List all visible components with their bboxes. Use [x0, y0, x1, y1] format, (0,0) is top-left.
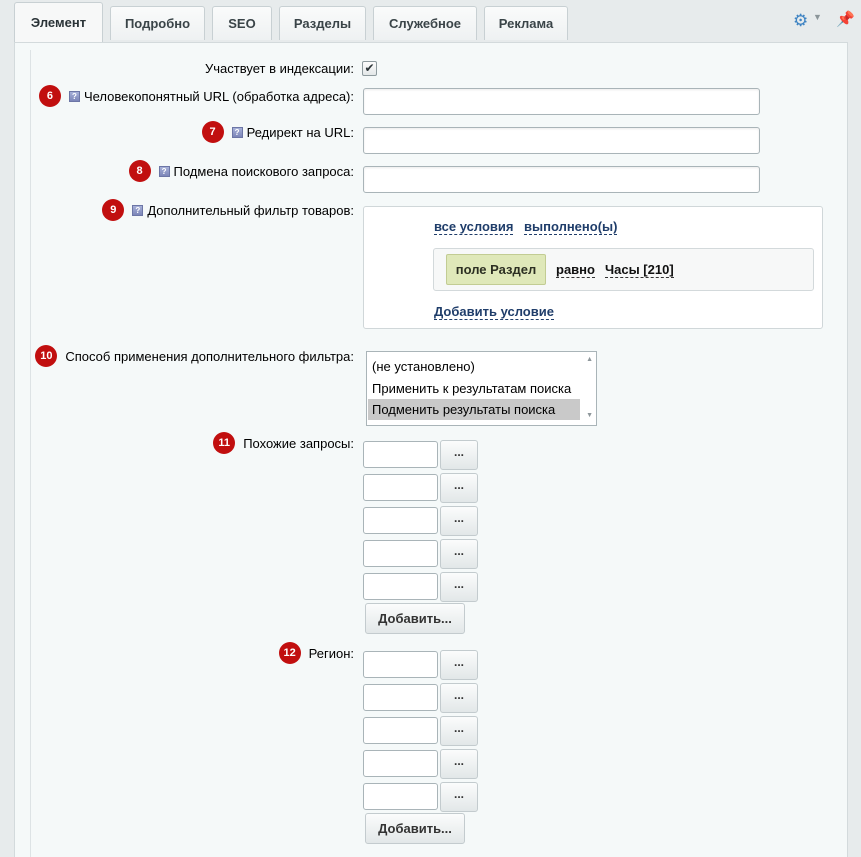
add-region-button[interactable]: Добавить... [365, 813, 465, 844]
human-url-label-text: Человекопонятный URL (обработка адреса): [83, 88, 354, 104]
divider [30, 50, 31, 857]
region-picker-button[interactable]: ... [440, 683, 478, 713]
redirect-label: 7 ? Редирект на URL: [201, 121, 354, 143]
help-icon[interactable]: ? [68, 90, 80, 102]
filter-mode-select[interactable]: (не установлено) Применить к результатам… [366, 351, 597, 426]
help-icon[interactable]: ? [231, 126, 243, 138]
condition-operator[interactable]: равно [556, 262, 595, 278]
region-label: 12 Регион: [278, 642, 354, 664]
step-badge-9: 9 [102, 199, 125, 221]
indexing-label: Участвует в индексации: [205, 61, 354, 76]
indexing-checkbox[interactable]: ✔ [362, 61, 377, 76]
region-picker-button[interactable]: ... [440, 716, 478, 746]
similar-query-input[interactable] [363, 507, 438, 534]
tab-details[interactable]: Подробно [110, 6, 205, 40]
scroll-down-icon[interactable]: ▼ [586, 412, 593, 419]
region-input[interactable] [363, 684, 438, 711]
region-input[interactable] [363, 783, 438, 810]
add-similar-query-button[interactable]: Добавить... [365, 603, 465, 634]
similar-query-input[interactable] [363, 441, 438, 468]
all-conditions-link[interactable]: все условия [434, 219, 514, 235]
step-badge-8: 8 [128, 160, 151, 182]
tab-element[interactable]: Элемент [14, 2, 103, 42]
pin-icon[interactable]: 📌 [836, 10, 855, 28]
tab-sections[interactable]: Разделы [279, 6, 366, 40]
human-url-input[interactable] [363, 88, 760, 115]
similar-query-picker-button[interactable]: ... [440, 539, 478, 569]
similar-query-picker-button[interactable]: ... [440, 473, 478, 503]
condition-value[interactable]: Часы [210] [605, 262, 674, 278]
add-condition-link[interactable]: Добавить условие [434, 304, 554, 320]
similar-query-input[interactable] [363, 573, 438, 600]
filter-mode-label: 10 Способ применения дополнительного фил… [35, 345, 354, 367]
indexing-label-text: Участвует в индексации: [205, 61, 354, 76]
similar-queries-label-text: Похожие запросы: [243, 435, 354, 451]
tab-service[interactable]: Служебное [373, 6, 477, 40]
chevron-down-icon[interactable]: ▼ [813, 12, 822, 22]
help-icon[interactable]: ? [132, 204, 144, 216]
step-badge-11: 11 [213, 432, 236, 454]
redirect-label-text: Редирект на URL: [246, 124, 354, 140]
help-icon[interactable]: ? [158, 165, 170, 177]
similar-query-input[interactable] [363, 540, 438, 567]
query-replace-input[interactable] [363, 166, 760, 193]
query-replace-label-text: Подмена поискового запроса: [173, 163, 354, 179]
similar-query-picker-button[interactable]: ... [440, 506, 478, 536]
gear-icon[interactable]: ⚙ [793, 11, 813, 31]
region-input[interactable] [363, 750, 438, 777]
tab-seo[interactable]: SEO [212, 6, 272, 40]
step-badge-12: 12 [278, 642, 301, 664]
human-url-label: 6 ? Человекопонятный URL (обработка адре… [38, 85, 354, 107]
filter-mode-option[interactable]: Применить к результатам поиска [368, 378, 580, 399]
tab-bar: Элемент Подробно SEO Разделы Служебное Р… [0, 0, 861, 44]
similar-query-input[interactable] [363, 474, 438, 501]
extra-filter-label: 9 ? Дополнительный фильтр товаров: [102, 199, 354, 221]
tab-advertising[interactable]: Реклама [484, 6, 568, 40]
filter-mode-label-text: Способ применения дополнительного фильтр… [65, 348, 354, 364]
redirect-input[interactable] [363, 127, 760, 154]
step-badge-10: 10 [35, 345, 58, 367]
similar-query-picker-button[interactable]: ... [440, 572, 478, 602]
region-picker-button[interactable]: ... [440, 749, 478, 779]
condition-field-chip[interactable]: поле Раздел [446, 254, 546, 285]
region-picker-button[interactable]: ... [440, 782, 478, 812]
region-input[interactable] [363, 651, 438, 678]
region-label-text: Регион: [308, 645, 354, 661]
similar-query-picker-button[interactable]: ... [440, 440, 478, 470]
extra-filter-label-text: Дополнительный фильтр товаров: [147, 202, 354, 218]
filter-mode-option-selected[interactable]: Подменить результаты поиска [368, 399, 580, 420]
region-picker-button[interactable]: ... [440, 650, 478, 680]
similar-queries-label: 11 Похожие запросы: [213, 432, 354, 454]
filter-mode-option[interactable]: (не установлено) [368, 356, 580, 377]
step-badge-7: 7 [201, 121, 224, 143]
query-replace-label: 8 ? Подмена поискового запроса: [128, 160, 354, 182]
region-input[interactable] [363, 717, 438, 744]
fulfilled-link[interactable]: выполнено(ы) [524, 219, 618, 235]
scroll-up-icon[interactable]: ▲ [586, 356, 593, 363]
step-badge-6: 6 [38, 85, 61, 107]
